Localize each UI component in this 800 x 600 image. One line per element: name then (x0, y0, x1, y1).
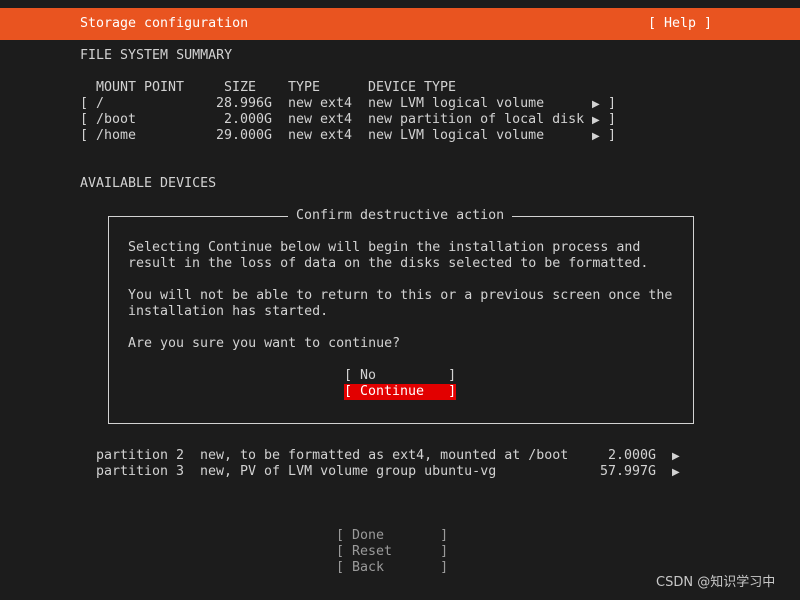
device-size: 2.000G (607, 448, 656, 463)
triangle-right-icon: ▶ (592, 115, 600, 126)
row-device-type: new LVM logical volume (368, 96, 545, 111)
row-size: 2.000G (223, 112, 272, 127)
no-button[interactable]: [ No ] (344, 368, 456, 384)
row-open-bracket: [ (80, 96, 89, 111)
continue-button[interactable]: [ Continue ] (344, 384, 457, 400)
row-size: 29.000G (216, 128, 273, 143)
watermark: CSDN @知识学习中 (656, 575, 776, 590)
row-mount: /boot (96, 112, 137, 127)
row-open-bracket: [ (80, 112, 89, 127)
header-bar: Storage configuration [ Help ] (0, 8, 800, 40)
row-device-type: new LVM logical volume (368, 128, 545, 143)
done-button[interactable]: [ Done ] (336, 528, 448, 544)
device-desc: new, PV of LVM volume group ubuntu-vg (200, 464, 497, 479)
dialog-text-line: Selecting Continue below will begin the … (128, 240, 641, 255)
help-button[interactable]: [ Help ] (648, 16, 712, 32)
col-type: TYPE (288, 80, 321, 95)
dialog-text-line: You will not be able to return to this o… (128, 288, 673, 303)
triangle-right-icon: ▶ (672, 467, 680, 478)
device-desc: new, to be formatted as ext4, mounted at… (200, 448, 569, 463)
back-button[interactable]: [ Back ] (336, 560, 448, 576)
dialog-text-line: result in the loss of data on the disks … (128, 256, 649, 271)
triangle-right-icon: ▶ (672, 451, 680, 462)
row-size: 28.996G (216, 96, 273, 111)
col-device-type: DEVICE TYPE (368, 80, 457, 95)
row-close-bracket: ] (608, 128, 617, 143)
triangle-right-icon: ▶ (592, 99, 600, 110)
row-device-type: new partition of local disk (368, 112, 585, 127)
row-mount: / (96, 96, 105, 111)
reset-button[interactable]: [ Reset ] (336, 544, 448, 560)
row-type: new ext4 (288, 128, 353, 143)
col-size: SIZE (224, 80, 257, 95)
row-close-bracket: ] (608, 112, 617, 127)
device-size: 57.997G (599, 464, 656, 479)
row-mount: /home (96, 128, 137, 143)
row-type: new ext4 (288, 96, 353, 111)
col-mount-point: MOUNT POINT (96, 80, 185, 95)
row-close-bracket: ] (608, 96, 617, 111)
available-devices-heading: AVAILABLE DEVICES (80, 176, 217, 191)
row-type: new ext4 (288, 112, 353, 127)
dialog-text-line: installation has started. (128, 304, 329, 319)
dialog-question: Are you sure you want to continue? (128, 336, 401, 351)
fs-summary-heading: FILE SYSTEM SUMMARY (80, 48, 233, 63)
page-title: Storage configuration (80, 16, 249, 31)
device-name: partition 2 (96, 448, 185, 463)
triangle-right-icon: ▶ (592, 131, 600, 142)
dialog-title: Confirm destructive action (288, 208, 513, 224)
row-open-bracket: [ (80, 128, 89, 143)
device-name: partition 3 (96, 464, 185, 479)
